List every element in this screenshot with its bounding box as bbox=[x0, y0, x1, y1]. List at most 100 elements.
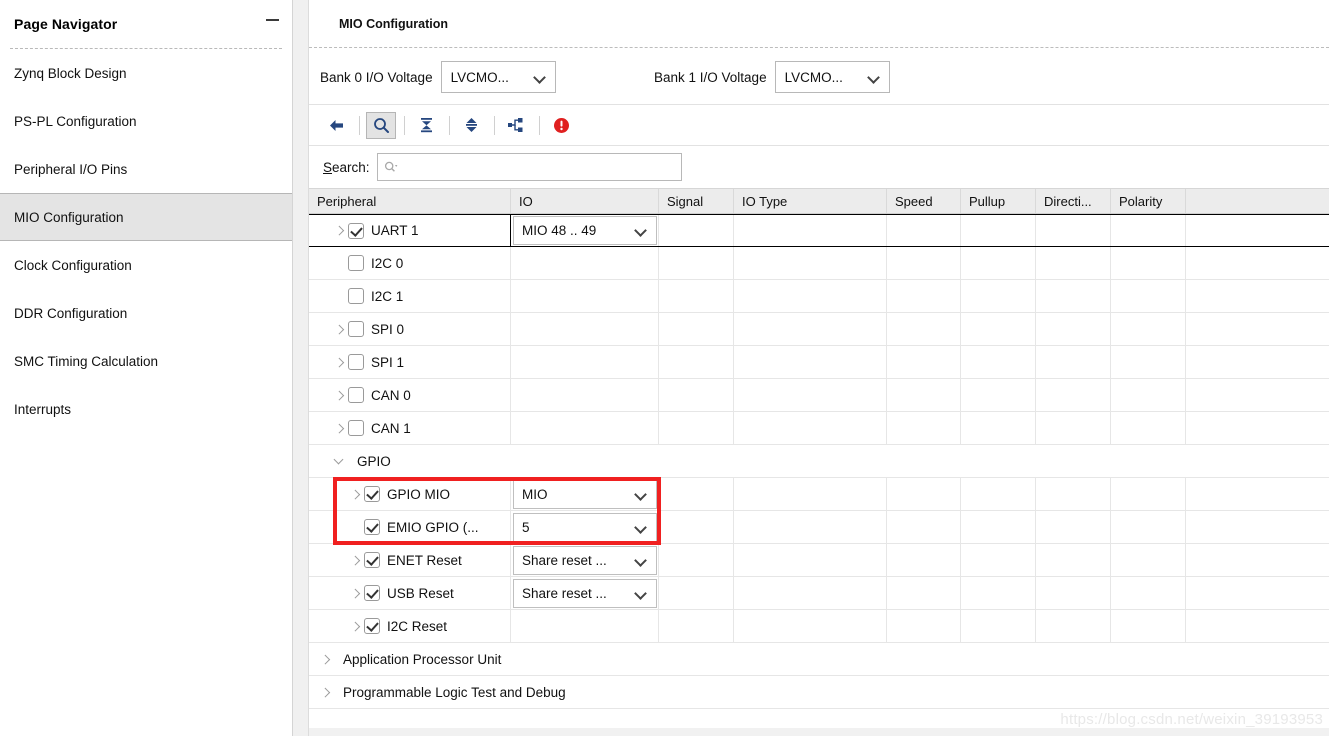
tab-mio-configuration[interactable]: MIO Configuration bbox=[339, 17, 448, 31]
column-header-pullup[interactable]: Pullup bbox=[961, 189, 1036, 213]
cell-directi bbox=[1036, 544, 1111, 576]
cell-io bbox=[511, 412, 659, 444]
table-row[interactable]: SPI 0 bbox=[309, 313, 1329, 346]
cell-peripheral: UART 1 bbox=[309, 215, 511, 246]
table-row[interactable]: Application Processor Unit bbox=[309, 643, 1329, 676]
chevron-right-icon[interactable] bbox=[347, 556, 364, 565]
hierarchy-icon[interactable] bbox=[501, 112, 531, 139]
chevron-down-icon bbox=[636, 217, 647, 244]
cell-peripheral: CAN 0 bbox=[309, 379, 511, 411]
table-row[interactable]: Programmable Logic Test and Debug bbox=[309, 676, 1329, 709]
chevron-down-icon[interactable] bbox=[331, 456, 348, 467]
chevron-right-icon[interactable] bbox=[347, 490, 364, 499]
minimize-icon[interactable] bbox=[266, 19, 279, 21]
peripheral-label: CAN 0 bbox=[371, 387, 411, 403]
peripheral-checkbox[interactable] bbox=[364, 618, 380, 634]
table-row[interactable]: I2C Reset bbox=[309, 610, 1329, 643]
peripheral-label: ENET Reset bbox=[387, 552, 462, 568]
peripheral-checkbox[interactable] bbox=[348, 354, 364, 370]
peripheral-checkbox[interactable] bbox=[364, 486, 380, 502]
chevron-right-icon[interactable] bbox=[317, 688, 334, 697]
chevron-right-icon[interactable] bbox=[317, 655, 334, 664]
cell-peripheral: GPIO MIO bbox=[309, 478, 511, 510]
toolbar-divider bbox=[539, 115, 540, 135]
io-select[interactable]: Share reset ... bbox=[513, 545, 657, 575]
peripheral-checkbox[interactable] bbox=[348, 387, 364, 403]
peripheral-checkbox[interactable] bbox=[364, 519, 380, 535]
sidebar-item-interrupts[interactable]: Interrupts bbox=[0, 385, 292, 433]
expand-all-icon[interactable] bbox=[456, 112, 486, 139]
search-icon[interactable] bbox=[366, 111, 396, 139]
sidebar-item-peripheral-i-o-pins[interactable]: Peripheral I/O Pins bbox=[0, 145, 292, 193]
cell-signal bbox=[659, 346, 734, 378]
table-row[interactable]: GPIO MIO MIO bbox=[309, 478, 1329, 511]
peripheral-label: EMIO GPIO (... bbox=[387, 519, 479, 535]
cell-pullup bbox=[961, 247, 1036, 279]
error-icon[interactable] bbox=[546, 112, 576, 139]
table-row[interactable]: SPI 1 bbox=[309, 346, 1329, 379]
sidebar-item-mio-configuration[interactable]: MIO Configuration bbox=[0, 193, 292, 241]
table-row[interactable]: CAN 1 bbox=[309, 412, 1329, 445]
collapse-all-icon[interactable] bbox=[411, 112, 441, 139]
search-input[interactable] bbox=[376, 153, 682, 181]
chevron-right-icon[interactable] bbox=[331, 424, 348, 433]
peripheral-checkbox[interactable] bbox=[348, 288, 364, 304]
table-row[interactable]: USB Reset Share reset ... bbox=[309, 577, 1329, 610]
peripheral-checkbox[interactable] bbox=[364, 552, 380, 568]
peripheral-checkbox[interactable] bbox=[348, 420, 364, 436]
search-text-field[interactable] bbox=[400, 158, 656, 176]
bank-voltage-bar: Bank 0 I/O Voltage LVCMO... Bank 1 I/O V… bbox=[309, 48, 1329, 105]
chevron-right-icon[interactable] bbox=[331, 325, 348, 334]
toolbar-divider bbox=[359, 115, 360, 135]
cell-directi bbox=[1036, 577, 1111, 609]
column-header-polarity[interactable]: Polarity bbox=[1111, 189, 1186, 213]
peripheral-checkbox[interactable] bbox=[348, 222, 364, 239]
column-header-spacer[interactable] bbox=[1186, 189, 1329, 213]
cell-speed bbox=[887, 346, 961, 378]
chevron-right-icon[interactable] bbox=[331, 226, 348, 235]
io-select[interactable]: MIO bbox=[513, 479, 657, 509]
column-header-speed[interactable]: Speed bbox=[887, 189, 961, 213]
column-header-peripheral[interactable]: Peripheral bbox=[309, 189, 511, 213]
cell-directi bbox=[1036, 215, 1111, 246]
table-row[interactable]: CAN 0 bbox=[309, 379, 1329, 412]
cell-pullup bbox=[961, 346, 1036, 378]
io-select[interactable]: 5 bbox=[513, 512, 657, 542]
io-select[interactable]: MIO 48 .. 49 bbox=[513, 216, 657, 245]
cell-spacer bbox=[1186, 280, 1329, 312]
io-select[interactable]: Share reset ... bbox=[513, 578, 657, 608]
sidebar-item-clock-configuration[interactable]: Clock Configuration bbox=[0, 241, 292, 289]
table-row[interactable]: GPIO bbox=[309, 445, 1329, 478]
sidebar-item-zynq-block-design[interactable]: Zynq Block Design bbox=[0, 49, 292, 97]
cell-polarity bbox=[1111, 215, 1186, 246]
table-row[interactable]: I2C 0 bbox=[309, 247, 1329, 280]
sidebar-item-ddr-configuration[interactable]: DDR Configuration bbox=[0, 289, 292, 337]
sidebar-item-smc-timing-calculation[interactable]: SMC Timing Calculation bbox=[0, 337, 292, 385]
chevron-right-icon[interactable] bbox=[331, 391, 348, 400]
peripheral-checkbox[interactable] bbox=[364, 585, 380, 601]
peripheral-checkbox[interactable] bbox=[348, 255, 364, 271]
peripheral-checkbox[interactable] bbox=[348, 321, 364, 337]
peripheral-label: UART 1 bbox=[371, 223, 419, 238]
column-header-io[interactable]: IO bbox=[511, 189, 659, 213]
bank0-voltage-select[interactable]: LVCMO... bbox=[440, 61, 556, 93]
table-row[interactable]: I2C 1 bbox=[309, 280, 1329, 313]
sidebar-item-ps-pl-configuration[interactable]: PS-PL Configuration bbox=[0, 97, 292, 145]
column-header-signal[interactable]: Signal bbox=[659, 189, 734, 213]
table-row[interactable]: EMIO GPIO (... 5 bbox=[309, 511, 1329, 544]
cell-speed bbox=[887, 280, 961, 312]
panel-bottom-filler bbox=[309, 728, 1329, 736]
io-select-value: Share reset ... bbox=[522, 552, 607, 568]
table-row[interactable]: ENET Reset Share reset ... bbox=[309, 544, 1329, 577]
cell-polarity bbox=[1111, 280, 1186, 312]
column-header-directi[interactable]: Directi... bbox=[1036, 189, 1111, 213]
table-row[interactable]: UART 1 MIO 48 .. 49 bbox=[309, 214, 1329, 247]
column-header-io-type[interactable]: IO Type bbox=[734, 189, 887, 213]
chevron-right-icon[interactable] bbox=[347, 622, 364, 631]
cell-spacer bbox=[1186, 577, 1329, 609]
bank1-voltage-select[interactable]: LVCMO... bbox=[774, 61, 890, 93]
cell-peripheral: I2C 1 bbox=[309, 280, 511, 312]
chevron-right-icon[interactable] bbox=[347, 589, 364, 598]
back-arrow-icon[interactable] bbox=[321, 112, 351, 139]
chevron-right-icon[interactable] bbox=[331, 358, 348, 367]
